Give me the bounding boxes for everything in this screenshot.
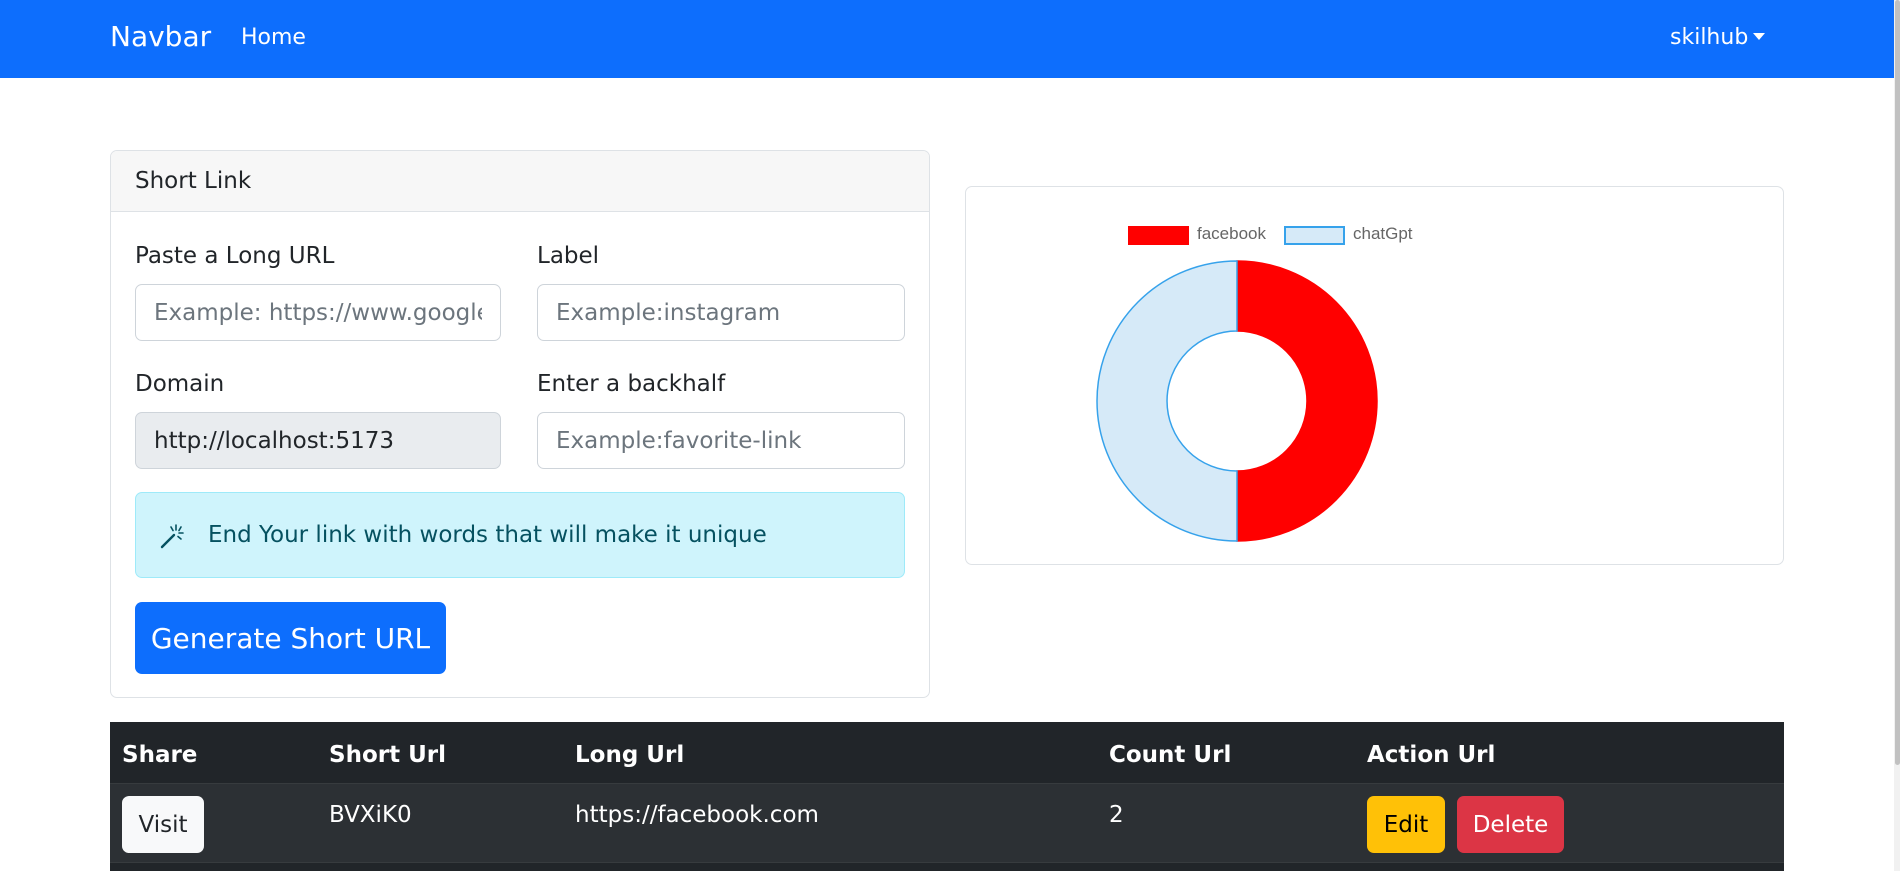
long-url-label: Paste a Long URL [135,243,335,269]
clicks-chart-card: facebook chatGpt [965,186,1784,565]
page-scrollbar[interactable] [1894,0,1900,871]
visit-button[interactable]: Visit [122,796,204,853]
navbar-brand[interactable]: Navbar [110,20,211,53]
generate-short-url-button[interactable]: Generate Short URL [135,602,446,674]
label-input[interactable] [537,284,905,341]
col-header-short-url: Short Url [329,742,446,768]
domain-label: Domain [135,371,225,397]
legend-swatch-facebook[interactable] [1128,226,1189,245]
label-field-label: Label [537,243,600,269]
donut-slice-facebook[interactable] [1236,260,1378,542]
navbar: Navbar Home skilhub [0,0,1894,78]
col-header-share: Share [122,742,198,768]
user-dropdown-label: skilhub [1670,25,1749,50]
short-link-card-title: Short Link [111,151,929,212]
legend-swatch-chatgpt[interactable] [1284,226,1345,245]
legend-label-facebook[interactable]: facebook [1197,224,1266,244]
edit-button[interactable]: Edit [1367,796,1445,853]
col-header-long-url: Long Url [575,742,685,768]
backhalf-input[interactable] [537,412,905,469]
domain-input[interactable] [135,412,501,469]
links-table: Share Short Url Long Url Count Url Actio… [110,722,1784,871]
col-header-count-url: Count Url [1109,742,1232,768]
count-url-cell: 2 [1109,802,1124,828]
nav-link-home[interactable]: Home [241,25,306,50]
delete-button[interactable]: Delete [1457,796,1564,853]
col-header-action-url: Action Url [1367,742,1496,768]
doughnut-chart [1096,260,1378,542]
caret-down-icon [1753,32,1766,40]
user-dropdown[interactable]: skilhub [1670,25,1766,50]
legend-label-chatgpt[interactable]: chatGpt [1353,224,1413,244]
tip-alert: End Your link with words that will make … [135,492,905,578]
long-url-cell: https://facebook.com [575,802,819,828]
magic-wand-icon [160,524,184,549]
scrollbar-thumb[interactable] [1895,0,1900,765]
tip-text: End Your link with words that will make … [208,522,767,548]
long-url-input[interactable] [135,284,501,341]
short-url-cell: BVXiK0 [329,802,412,828]
short-link-card: Short Link Paste a Long URL Label Domain… [110,150,930,698]
donut-slice-chatgpt[interactable] [1096,260,1238,542]
backhalf-label: Enter a backhalf [537,371,726,397]
